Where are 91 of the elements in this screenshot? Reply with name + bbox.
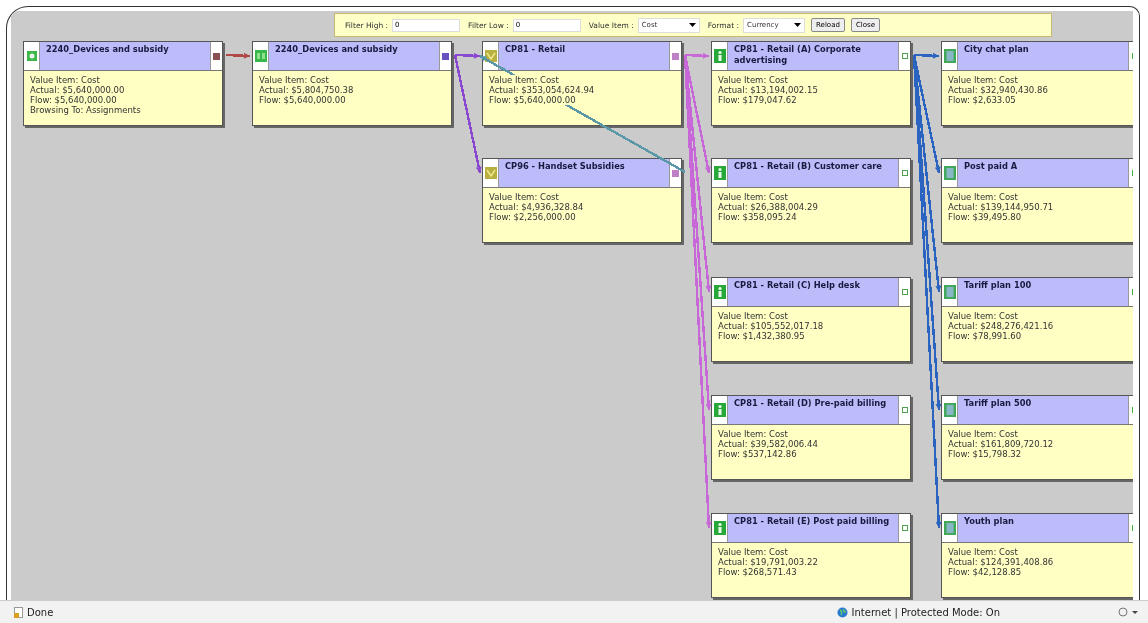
node-detail-text: Value Item: Cost [948, 75, 1018, 85]
node-detail-text: Flow: $358,095.24 [718, 212, 797, 222]
node-detail-text: Value Item: Cost [259, 75, 329, 85]
node-title: City chat plan [958, 42, 1129, 70]
node-title: 2240_Devices and subsidy [269, 42, 440, 70]
node-title: CP81 - Retail (C) Help desk [728, 278, 899, 306]
person-icon [713, 166, 726, 180]
security-zone-text: Internet | Protected Mode: On [851, 606, 1000, 618]
node-card[interactable]: CP81 - Retail (D) Pre-paid billing Value Item: Cost Actual: $39,582,006.44 Flow: $537,142.86 [711, 395, 911, 480]
node-type-icon [26, 51, 37, 61]
node-title: CP81 - Retail [499, 42, 670, 70]
dropdown-caret-icon [688, 23, 696, 27]
node-card[interactable]: CP96 - Handset Subsidies Value Item: Cost Actual: $4,936,328.84 Flow: $2,256,000.00 [482, 158, 682, 243]
node-detail-text: Value Item: Cost [30, 75, 100, 85]
node-detail-text: Flow: $5,640,000.00 [259, 95, 346, 105]
node-detail-text: Value Item: Cost [718, 547, 788, 557]
node-detail-text: Flow: $1,432,380.95 [718, 331, 805, 341]
node-detail-text: Flow: $42,128.85 [948, 567, 1022, 577]
node-detail-text: Value Item: Cost [718, 75, 788, 85]
node-title: 2240_Devices and subsidy [40, 42, 211, 70]
node-detail-text: Value Item: Cost [718, 192, 788, 202]
node-title: CP81 - Retail (B) Customer care [728, 159, 899, 187]
node-card[interactable]: Tariff plan 100 Value Item: Cost Actual: $248,276,421.16 Flow: $78,991.60 [941, 277, 1133, 362]
node-card[interactable]: CP81 - Retail Value Item: Cost Actual: $353,054,624.94 Flow: $5,640,000.00 [482, 41, 682, 126]
person-icon [713, 49, 726, 63]
node-title: CP96 - Handset Subsidies [499, 159, 670, 187]
node-detail-text: Flow: $15,798.32 [948, 449, 1022, 459]
node-card[interactable]: CP81 - Retail (C) Help desk Value Item: Cost Actual: $105,552,017.18 Flow: $1,432,380.95 [711, 277, 911, 362]
node-detail-text: Value Item: Cost [718, 429, 788, 439]
node-detail-text: Flow: $5,640,000.00 [30, 95, 117, 105]
node-detail-text: Actual: $248,276,421.16 [948, 321, 1054, 331]
node-card[interactable]: Tariff plan 500 Value Item: Cost Actual: $161,809,720.12 Flow: $15,798.32 [941, 395, 1133, 480]
node-detail-text: Actual: $19,791,003.22 [718, 557, 818, 567]
node-detail-text: Flow: $2,256,000.00 [489, 212, 576, 222]
node-detail-text: Actual: $124,391,408.86 [948, 557, 1054, 567]
node-detail-text: Value Item: Cost [948, 547, 1018, 557]
node-detail-text: Value Item: Cost [948, 311, 1018, 321]
node-detail-text: Actual: $4,936,328.84 [489, 202, 584, 212]
node-detail-text: Actual: $105,552,017.18 [718, 321, 824, 331]
node-type-icon [943, 49, 956, 63]
node-card[interactable]: Post paid A Value Item: Cost Actual: $139,144,950.71 Flow: $39,495.80 [941, 158, 1133, 243]
node-detail-text: Value Item: Cost [718, 311, 788, 321]
node-type-icon [943, 403, 956, 417]
node-card[interactable]: Youth plan Value Item: Cost Actual: $124,391,408.86 Flow: $42,128.85 [941, 513, 1133, 598]
person-icon [713, 285, 726, 299]
node-detail-text: Value Item: Cost [948, 192, 1018, 202]
node-card[interactable]: CP81 - Retail (E) Post paid billing Value Item: Cost Actual: $19,791,003.22 Flow: $268,571.43 [711, 513, 911, 598]
node-type-icon [254, 50, 267, 62]
node-type-icon [943, 166, 956, 180]
node-detail-text: Value Item: Cost [489, 75, 559, 85]
node-detail-text: Browsing To: Assignments [30, 105, 141, 115]
status-text: Done [27, 606, 54, 618]
node-title: Post paid A [958, 159, 1129, 187]
node-detail-text: Flow: $537,142.86 [718, 449, 797, 459]
node-card[interactable]: 2240_Devices and subsidy Value Item: Cost Actual: $5,640,000.00 Flow: $5,640,000.00 Browsing To: Assignments [23, 41, 223, 126]
node-detail-text: Value Item: Cost [948, 429, 1018, 439]
node-detail-text: Flow: $2,633.05 [948, 95, 1016, 105]
node-type-icon [943, 285, 956, 299]
node-detail-text: Flow: $78,991.60 [948, 331, 1022, 341]
node-card[interactable]: City chat plan Value Item: Cost Actual: $32,940,430.86 Flow: $2,633.05 [941, 41, 1133, 126]
zoom-icon[interactable] [1118, 606, 1140, 618]
person-icon [713, 521, 726, 535]
node-detail-text: Actual: $26,388,004.29 [718, 202, 818, 212]
node-type-icon [943, 521, 956, 535]
node-detail-text: Actual: $39,582,006.44 [718, 439, 818, 449]
node-title: Tariff plan 100 [958, 278, 1129, 306]
node-detail-text: Flow: $268,571.43 [718, 567, 797, 577]
person-icon [713, 403, 726, 417]
node-detail-text: Actual: $32,940,430.86 [948, 85, 1048, 95]
node-detail-text: Actual: $13,194,002.15 [718, 85, 818, 95]
node-detail-text: Actual: $5,804,750.38 [259, 85, 354, 95]
node-card[interactable]: 2240_Devices and subsidy Value Item: Cost Actual: $5,804,750.38 Flow: $5,640,000.00 [252, 41, 452, 126]
node-detail-text: Actual: $161,809,720.12 [948, 439, 1054, 449]
node-title: Tariff plan 500 [958, 396, 1129, 424]
node-title: CP81 - Retail (E) Post paid billing [728, 514, 899, 542]
dropdown-caret-icon [794, 23, 802, 27]
node-detail-text: Flow: $39,495.80 [948, 212, 1022, 222]
node-detail-text: Flow: $179,047.62 [718, 95, 797, 105]
node-detail-text: Actual: $139,144,950.71 [948, 202, 1054, 212]
globe-icon [836, 606, 848, 618]
node-card[interactable]: CP81 - Retail (B) Customer care Value Item: Cost Actual: $26,388,004.29 Flow: $358,095.24 [711, 158, 911, 243]
node-detail-text: Flow: $5,640,000.00 [489, 95, 576, 105]
node-type-icon [484, 167, 497, 179]
node-card[interactable]: CP81 - Retail (A) Corporate advertising Value Item: Cost Actual: $13,194,002.15 Flow: $179,047.62 [711, 41, 911, 126]
page-icon [14, 606, 23, 618]
node-detail-text: Value Item: Cost [489, 192, 559, 202]
node-detail-text: Actual: $353,054,624.94 [489, 85, 595, 95]
node-title: Youth plan [958, 514, 1129, 542]
node-title: CP81 - Retail (D) Pre-paid billing [728, 396, 899, 424]
node-title: CP81 - Retail (A) Corporate advertising [728, 42, 899, 70]
node-detail-text: Actual: $5,640,000.00 [30, 85, 125, 95]
